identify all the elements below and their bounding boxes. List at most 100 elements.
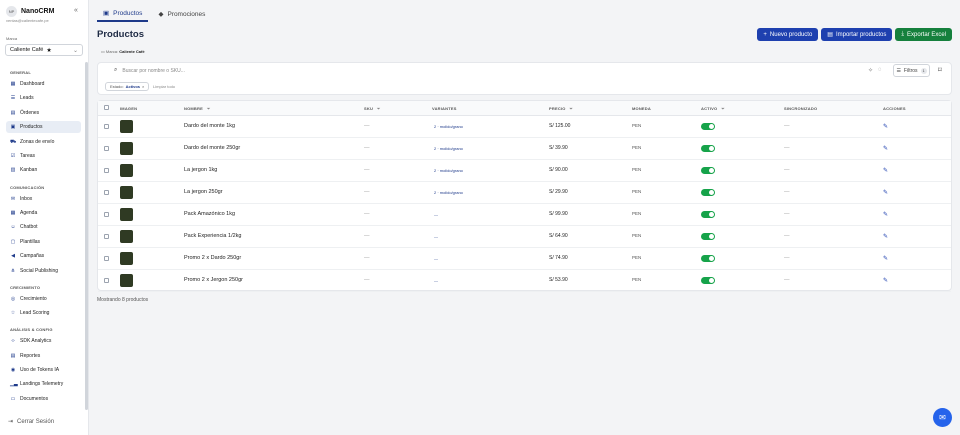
sidebar-item-agenda[interactable]: ▦ Agenda (6, 207, 81, 219)
sidebar-item-landings[interactable]: ▁▃ Landings Telemetry (6, 378, 81, 390)
sidebar-item-ordenes[interactable]: ▤ Órdenes (6, 107, 81, 119)
table-row[interactable]: Dardo del monte 250gr — 2 · molido/grano S/… (98, 138, 951, 160)
active-toggle[interactable] (701, 123, 715, 130)
col-active[interactable]: ACTIVO ⏷ (701, 106, 725, 111)
product-name[interactable]: Promo 2 x Jergon 250gr (184, 277, 243, 283)
active-filter-chip[interactable]: Estado: Activos × (105, 82, 150, 91)
row-checkbox[interactable] (104, 212, 109, 217)
select-all-checkbox[interactable] (104, 105, 109, 110)
sidebar-item-chatbot[interactable]: ☺ Chatbot (6, 221, 81, 233)
product-name[interactable]: Pack Experiencia 1/2kg (184, 233, 241, 239)
sidebar-item-label: Chatbot (20, 224, 38, 230)
close-icon[interactable]: × (142, 84, 144, 89)
sidebar-item-tokens[interactable]: ◉ Uso de Tokens IA (6, 364, 81, 376)
sidebar-item-crecimiento[interactable]: ◎ Crecimiento (6, 293, 81, 305)
edit-icon[interactable]: ✎ (883, 233, 888, 240)
product-image (120, 120, 133, 133)
col-price[interactable]: PRECIO ⏷ (549, 106, 573, 111)
sidebar-item-documentos[interactable]: ▭ Documentos (6, 393, 81, 405)
col-image: IMAGEN (120, 106, 138, 111)
sidebar-item-leads[interactable]: ☰ Leads (6, 92, 81, 104)
table-row[interactable]: La jergon 250gr — 2 · molido/grano S/ 29.90… (98, 182, 951, 204)
active-toggle[interactable] (701, 233, 715, 240)
tab-promociones[interactable]: ◆ Promociones (152, 6, 211, 22)
edit-icon[interactable]: ✎ (883, 211, 888, 218)
logout-button[interactable]: ⇥ Cerrar Sesión (8, 418, 55, 426)
sidebar-item-campanas[interactable]: ◀ Campañas (6, 250, 81, 262)
product-name[interactable]: La jergon 1kg (184, 167, 217, 173)
sidebar-item-label: Campañas (20, 253, 45, 259)
sidebar-scrollbar[interactable] (85, 62, 88, 410)
row-checkbox[interactable] (104, 168, 109, 173)
row-checkbox[interactable] (104, 256, 109, 261)
active-toggle[interactable] (701, 255, 715, 262)
product-sync: — (784, 255, 790, 261)
row-checkbox[interactable] (104, 278, 109, 283)
product-name[interactable]: Dardo del monte 250gr (184, 145, 240, 151)
sidebar-item-tareas[interactable]: ☑ Tareas (6, 150, 81, 162)
table-row[interactable]: Pack Experiencia 1/2kg — — S/ 64.90 PEN — ✎ (98, 226, 951, 248)
sidebar-item-productos[interactable]: ▣ Productos (6, 121, 81, 133)
filter-icon[interactable]: ⏷ (721, 106, 724, 111)
sidebar-item-plantillas[interactable]: ▢ Plantillas (6, 236, 81, 248)
active-toggle[interactable] (701, 277, 715, 284)
product-currency: PEN (632, 211, 642, 216)
row-checkbox[interactable] (104, 124, 109, 129)
sidebar: NP NanoCRM ventas@calientecafe.pe « Marc… (0, 0, 89, 435)
product-name[interactable]: Dardo del monte 1kg (184, 123, 235, 129)
table-row[interactable]: Pack Amazónico 1kg — — S/ 99.90 PEN — ✎ (98, 204, 951, 226)
sidebar-item-label: Productos (20, 124, 43, 130)
sidebar-item-sdk[interactable]: ‹› SDK Analytics (6, 335, 81, 347)
active-toggle[interactable] (701, 189, 715, 196)
row-checkbox[interactable] (104, 190, 109, 195)
col-sku[interactable]: SKU ⏷ (364, 106, 380, 111)
active-toggle[interactable] (701, 145, 715, 152)
product-name[interactable]: Pack Amazónico 1kg (184, 211, 235, 217)
row-checkbox[interactable] (104, 234, 109, 239)
sidebar-item-reportes[interactable]: ▤ Reportes (6, 350, 81, 362)
table-row[interactable]: Promo 2 x Dardo 250gr — — S/ 74.90 PEN — ✎ (98, 248, 951, 270)
edit-icon[interactable]: ✎ (883, 189, 888, 196)
collapse-sidebar-icon[interactable]: « (74, 7, 78, 14)
sidebar-item-dashboard[interactable]: ▦ Dashboard (6, 78, 81, 90)
import-products-button[interactable]: ▤ Importar productos (821, 28, 893, 41)
col-name[interactable]: NOMBRE ⏷ (184, 106, 210, 111)
table-row[interactable]: La jergon 1kg — 2 · molido/grano S/ 90.00 PE… (98, 160, 951, 182)
sidebar-item-social[interactable]: ⋔ Social Publishing (6, 265, 81, 277)
edit-icon[interactable]: ✎ (883, 167, 888, 174)
calendar-icon: ▦ (10, 210, 16, 216)
share-icon: ⋔ (10, 268, 16, 274)
new-product-button[interactable]: + Nuevo producto (757, 28, 819, 41)
table-row[interactable]: Dardo del monte 1kg — 2 · molido/grano S/ 1… (98, 116, 951, 138)
sidebar-item-inbox[interactable]: ✉ Inbox (6, 193, 81, 205)
clear-filters-link[interactable]: Limpiar todo (153, 84, 175, 89)
sidebar-item-zonas[interactable]: ⛟ Zonas de envío (6, 136, 81, 148)
magic-icon[interactable]: ✧ (868, 67, 873, 74)
export-excel-button[interactable]: ⤓ Exportar Excel (895, 28, 952, 41)
edit-icon[interactable]: ✎ (883, 255, 888, 262)
chat-widget-button[interactable]: ✉ (933, 408, 952, 427)
filters-button[interactable]: ☰ Filtros 1 (893, 64, 930, 77)
active-toggle[interactable] (701, 167, 715, 174)
active-toggle[interactable] (701, 211, 715, 218)
edit-icon[interactable]: ✎ (883, 123, 888, 130)
row-checkbox[interactable] (104, 146, 109, 151)
brand-select[interactable]: Caliente Café ★ ⌄ (5, 44, 83, 56)
filter-icon[interactable]: ⏷ (377, 106, 380, 111)
logout-label: Cerrar Sesión (17, 418, 55, 425)
sidebar-item-kanban[interactable]: ▥ Kanban (6, 164, 81, 176)
edit-icon[interactable]: ✎ (883, 145, 888, 152)
product-name[interactable]: La jergon 250gr (184, 189, 223, 195)
search-input[interactable]: ⌕ Buscar por nombre o SKU... (114, 67, 185, 74)
sidebar-item-label: Landings Telemetry (20, 381, 64, 387)
table-row[interactable]: Promo 2 x Jergon 250gr — — S/ 53.90 PEN — ✎ (98, 270, 951, 292)
filter-icon[interactable]: ⏷ (570, 106, 573, 111)
filter-icon[interactable]: ⏷ (207, 106, 210, 111)
product-variants: — (434, 212, 438, 217)
box-icon: ▣ (10, 124, 16, 130)
tab-productos[interactable]: ▣ Productos (97, 6, 149, 22)
edit-icon[interactable]: ✎ (883, 277, 888, 284)
product-name[interactable]: Promo 2 x Dardo 250gr (184, 255, 241, 261)
bookmark-icon[interactable]: ⌑ (938, 66, 942, 74)
sidebar-item-lead-scoring[interactable]: ☆ Lead Scoring (6, 307, 81, 319)
